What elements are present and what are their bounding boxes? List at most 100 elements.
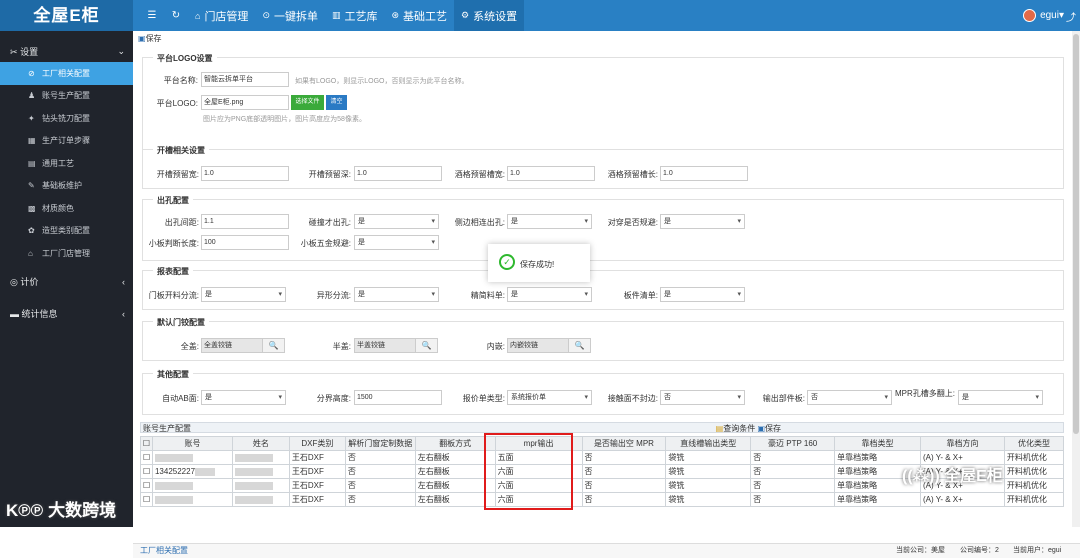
row-checkbox[interactable]: ☐ <box>140 464 153 479</box>
cell-empty-mpr: 否 <box>581 450 667 465</box>
clear-button[interactable]: 清空 <box>326 95 347 110</box>
simple-list-select[interactable]: 是 <box>507 287 592 302</box>
platform-name-input[interactable]: 智能云拆单平台 <box>201 72 289 87</box>
column-header[interactable]: 靠档类型 <box>834 436 921 451</box>
search-icon[interactable]: 🔍 <box>569 338 591 353</box>
platform-logo-label: 平台LOGO: <box>156 99 198 108</box>
avatar <box>1023 9 1037 22</box>
board-list-label: 板件清单: <box>623 291 658 300</box>
sidebar-group-statistics[interactable]: ▬ 统计信息 ‹ <box>0 303 133 325</box>
side-hole-select[interactable]: 是 <box>507 214 592 229</box>
hole-spacing-input[interactable]: 1.1 <box>201 214 289 229</box>
choose-file-button[interactable]: 选择文件 <box>291 95 324 110</box>
sidebar-item-drill-config[interactable]: ✦ 钻头铣刀配置 <box>0 107 133 130</box>
half-cover-label: 半盖: <box>332 342 351 351</box>
board-list-select[interactable]: 是 <box>660 287 745 302</box>
nav-system-settings[interactable]: ⚙ 系统设置 <box>454 0 525 31</box>
list-icon: ▤ <box>28 158 36 168</box>
sidebar-item-shape-category[interactable]: ✿ 造型类别配置 <box>0 220 133 243</box>
select-all-checkbox[interactable]: ☐ <box>140 436 153 451</box>
sidebar-group-settings[interactable]: ✂ 设置 ⌄ <box>0 40 133 62</box>
through-avoid-select[interactable]: 是 <box>660 214 745 229</box>
grid-save-button[interactable]: ▣保存 <box>757 424 781 433</box>
sidebar-group-pricing[interactable]: ◎ 计价 ‹ <box>0 271 133 293</box>
search-icon[interactable]: 🔍 <box>416 338 438 353</box>
shaped-split-select[interactable]: 是 <box>354 287 439 302</box>
wine-slot-width-input[interactable]: 1.0 <box>507 166 595 181</box>
nav-basic-process[interactable]: ⊛ 基础工艺 <box>385 0 455 31</box>
column-header[interactable]: 优化类型 <box>1003 436 1065 451</box>
sidebar-item-order-steps[interactable]: ▦ 生产订单步骤 <box>0 130 133 153</box>
home-icon: ⌂ <box>195 10 201 21</box>
save-toolbar-button[interactable]: ▣保存 <box>138 33 162 44</box>
boundary-height-input[interactable]: 1500 <box>354 390 442 405</box>
footer-bar: 工厂相关配置 当前公司：美屋 公司编号：2 当前用户：egui <box>133 543 1080 558</box>
slot-depth-input[interactable]: 1.0 <box>354 166 442 181</box>
column-header[interactable]: 姓名 <box>231 436 290 451</box>
cell-optimize: 开料机优化 <box>1003 492 1065 507</box>
door-split-select[interactable]: 是 <box>201 287 286 302</box>
cell-account <box>151 492 233 507</box>
scrollbar-thumb[interactable] <box>1073 34 1079 434</box>
sidebar-item-factory-config[interactable]: ⊘ 工厂相关配置 <box>0 62 133 85</box>
small-board-length-input[interactable]: 100 <box>201 235 289 250</box>
watermark-logo: ((⁂)) <box>902 468 940 485</box>
shaped-split-label: 异形分流: <box>316 291 351 300</box>
cell-groove-type: 袋铣 <box>665 464 752 479</box>
row-checkbox[interactable]: ☐ <box>140 478 153 493</box>
column-header[interactable]: DXF类别 <box>288 436 346 451</box>
nav-process-library[interactable]: ▥ 工艺库 <box>325 0 385 31</box>
footer-tab[interactable]: 工厂相关配置 <box>140 544 188 558</box>
redacted-block <box>195 467 216 476</box>
inset-input[interactable]: 内嵌铰链 <box>507 338 569 353</box>
column-header[interactable]: 解析门窗定制数据 <box>344 436 416 451</box>
quote-type-select[interactable]: 系统报价单 <box>507 390 592 405</box>
row-checkbox[interactable]: ☐ <box>140 450 153 465</box>
user-menu[interactable]: egui ▾ <box>1023 0 1064 31</box>
other-settings-section: 其他配置 自动AB面: 是 分界高度: 1500 报价单类型: 系统报价单 接触… <box>142 369 1064 415</box>
row-checkbox[interactable]: ☐ <box>140 492 153 507</box>
sidebar-item-common-process[interactable]: ▤ 通用工艺 <box>0 152 133 175</box>
menu-toggle-icon[interactable]: ☰ <box>140 10 164 21</box>
column-header[interactable]: 账号 <box>151 436 233 451</box>
full-cover-input[interactable]: 全盖铰链 <box>201 338 263 353</box>
top-nav: ☰ ↻ ⌂ 门店管理 ⊙ 一键拆单 ▥ 工艺库 ⊛ 基础工艺 ⚙ 系统设置 <box>140 0 525 31</box>
nav-one-click-split[interactable]: ⊙ 一键拆单 <box>255 0 325 31</box>
main-content: ▣保存 平台LOGO设置 平台名称: 智能云拆单平台 如果有LOGO，则显示LO… <box>133 31 1080 558</box>
small-board-hardware-select[interactable]: 是 <box>354 235 439 250</box>
auto-ab-select[interactable]: 是 <box>201 390 286 405</box>
collision-hole-select[interactable]: 是 <box>354 214 439 229</box>
pricing-icon: ◎ <box>10 277 18 287</box>
sidebar-item-base-board[interactable]: ✎ 基础板维护 <box>0 175 133 198</box>
refresh-icon[interactable]: ↻ <box>164 10 188 21</box>
exit-icon[interactable]: ⤴ <box>1066 9 1076 24</box>
redacted-block <box>154 481 193 490</box>
column-header[interactable]: 豪迈 PTP 160 <box>750 436 836 451</box>
column-header[interactable]: 是否输出空 MPR <box>581 436 667 451</box>
material-icon: ▩ <box>28 203 36 213</box>
sidebar-item-label: 基础板维护 <box>42 181 82 191</box>
save-icon: ▣ <box>138 34 146 43</box>
column-header[interactable]: 直线槽输出类型 <box>665 436 752 451</box>
sidebar-item-material-color[interactable]: ▩ 材质颜色 <box>0 197 133 220</box>
no-edge-select[interactable]: 否 <box>660 390 745 405</box>
wine-slot-length-input[interactable]: 1.0 <box>660 166 748 181</box>
through-avoid-label: 对穿是否规避: <box>607 218 658 227</box>
table-row[interactable]: ☐ 王石DXF 否 左右翻板 六面 否 袋铣 否 单靠档策略 (A) Y- & … <box>140 492 1065 507</box>
redacted-block <box>234 481 273 490</box>
mpr-flip-select[interactable]: 是 <box>958 390 1043 405</box>
cell-ptp: 否 <box>750 478 836 493</box>
output-part-select[interactable]: 否 <box>807 390 892 405</box>
search-icon[interactable]: 🔍 <box>263 338 285 353</box>
half-cover-input[interactable]: 半盖铰链 <box>354 338 416 353</box>
sidebar-item-store-management[interactable]: ⌂ 工厂门店管理 <box>0 242 133 265</box>
slot-width-input[interactable]: 1.0 <box>201 166 289 181</box>
library-icon: ▥ <box>331 10 341 20</box>
column-header[interactable]: 靠档方向 <box>920 436 1005 451</box>
query-button[interactable]: ▤查询条件 <box>716 424 756 433</box>
grid-title: 账号生产配置 <box>143 424 191 433</box>
sidebar-item-account-production[interactable]: ♟ 账号生产配置 <box>0 85 133 108</box>
platform-logo-file-input[interactable]: 全屋E柜.png <box>201 95 289 110</box>
nav-store-management[interactable]: ⌂ 门店管理 <box>188 0 255 31</box>
cell-optimize: 开料机优化 <box>1003 450 1065 465</box>
